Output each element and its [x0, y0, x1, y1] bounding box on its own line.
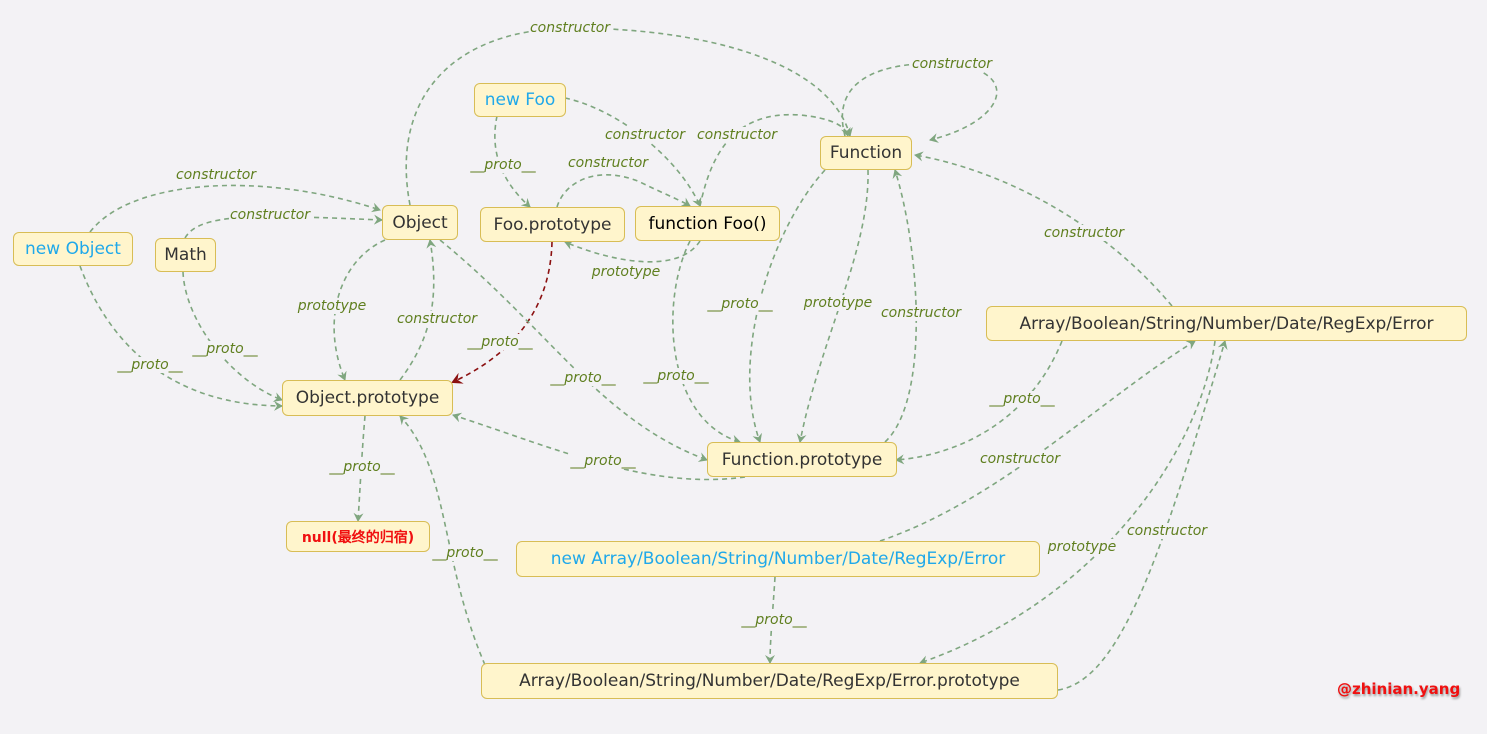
edge-label: __proto__: [469, 157, 537, 173]
node-null: null(最终的归宿): [286, 521, 430, 552]
node-new-builtins: new Array/Boolean/String/Number/Date/Reg…: [516, 541, 1040, 577]
edge-label: __proto__: [706, 296, 774, 312]
edge-label: constructor: [566, 155, 650, 171]
edge-label: constructor: [910, 56, 994, 72]
edge-function_prototype-to-object_prototype: [452, 412, 746, 481]
node-builtins: Array/Boolean/String/Number/Date/RegExp/…: [986, 306, 1467, 341]
edge-label: __proto__: [642, 368, 710, 384]
node-new-object: new Object: [13, 232, 133, 266]
node-function-prototype: Function.prototype: [707, 442, 897, 477]
edge-label: constructor: [174, 167, 258, 183]
node-math: Math: [155, 238, 216, 272]
edge-function-to-function: [841, 62, 998, 143]
edge-label: prototype: [802, 295, 874, 311]
edge-label: constructor: [695, 127, 779, 143]
edge-object_prototype-to-object: [399, 239, 437, 381]
node-object-prototype: Object.prototype: [282, 380, 453, 416]
node-builtins-prototype: Array/Boolean/String/Number/Date/RegExp/…: [481, 663, 1058, 699]
edge-label: constructor: [1125, 523, 1209, 539]
edge-label: prototype: [1046, 539, 1118, 555]
edge-new_foo-to-function_foo: [564, 97, 702, 207]
edge-label: constructor: [879, 305, 963, 321]
edge-label: constructor: [603, 127, 687, 143]
edge-label: constructor: [1042, 225, 1126, 241]
node-object: Object: [382, 205, 458, 240]
edge-label: __proto__: [116, 357, 184, 373]
edge-label: __proto__: [569, 453, 637, 469]
edge-new_builtins-to-builtins: [879, 340, 1196, 542]
edge-label: __proto__: [549, 370, 617, 386]
node-function-foo: function Foo(): [635, 206, 780, 241]
edge-object-to-function_prototype: [439, 239, 708, 462]
edge-label: __proto__: [988, 391, 1056, 407]
edge-label: constructor: [395, 311, 479, 327]
edge-label: constructor: [978, 451, 1062, 467]
edge-foo_prototype-to-function_foo: [556, 174, 691, 208]
edge-label: __proto__: [191, 341, 259, 357]
node-new-foo: new Foo: [474, 83, 566, 117]
node-foo-prototype: Foo.prototype: [480, 207, 625, 242]
edge-label: __proto__: [431, 545, 499, 561]
edge-new_object-to-object_prototype: [79, 265, 283, 411]
edge-label: __proto__: [740, 612, 808, 628]
edge-label: __proto__: [328, 459, 396, 475]
edge-builtins_prototype-to-builtins: [1057, 340, 1228, 691]
edge-label: __proto__: [466, 334, 534, 350]
edge-label: constructor: [528, 20, 612, 36]
edge-label: prototype: [590, 264, 662, 280]
edge-label: constructor: [228, 207, 312, 223]
edge-function_foo-to-foo_prototype: [564, 240, 701, 263]
edge-function_foo-to-function_prototype: [672, 240, 741, 445]
author-signature: @zhinian.yang: [1337, 680, 1461, 698]
edge-math-to-object_prototype: [182, 271, 283, 402]
edge-label: prototype: [296, 298, 368, 314]
node-function: Function: [820, 136, 912, 170]
